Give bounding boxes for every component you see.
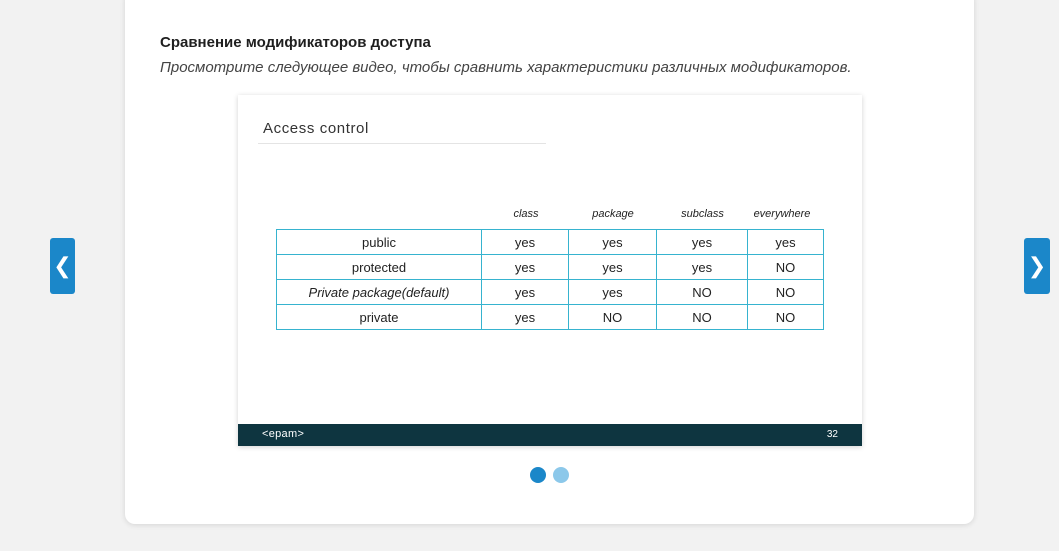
table-cell: yes: [747, 229, 824, 255]
pagination-dot-2[interactable]: [553, 467, 569, 483]
slide-footer: <epam> 32: [238, 424, 862, 446]
table-row: protected yes yes yes NO: [276, 254, 824, 280]
table-row: Private package(default) yes yes NO NO: [276, 279, 824, 305]
table-row: private yes NO NO NO: [276, 304, 824, 330]
table-cell: yes: [568, 229, 657, 255]
column-header-subclass: subclass: [681, 208, 724, 220]
slide-page-number: 32: [826, 429, 838, 440]
column-header-package: package: [592, 208, 634, 220]
slide-pagination: [530, 467, 569, 483]
table-cell: NO: [656, 279, 748, 305]
table-cell: NO: [747, 254, 824, 280]
table-row: public yes yes yes yes: [276, 229, 824, 255]
next-slide-button[interactable]: ❯: [1024, 238, 1050, 294]
epam-logo: <epam>: [262, 428, 305, 440]
table-cell: NO: [747, 304, 824, 330]
table-cell: yes: [481, 279, 569, 305]
access-control-table: public yes yes yes yes protected yes yes…: [276, 229, 824, 330]
pagination-dot-1[interactable]: [530, 467, 546, 483]
page-subtitle: Просмотрите следующее видео, чтобы сравн…: [160, 59, 852, 76]
modifier-cell: private: [276, 304, 482, 330]
modifier-cell: protected: [276, 254, 482, 280]
table-cell: NO: [656, 304, 748, 330]
slide-title: Access control: [263, 120, 369, 137]
table-cell: yes: [656, 254, 748, 280]
table-cell: yes: [568, 254, 657, 280]
chevron-left-icon: ❮: [53, 253, 72, 278]
prev-slide-button[interactable]: ❮: [50, 238, 75, 294]
table-cell: NO: [568, 304, 657, 330]
table-cell: yes: [481, 304, 569, 330]
column-header-everywhere: everywhere: [753, 208, 811, 220]
table-cell: NO: [747, 279, 824, 305]
table-cell: yes: [481, 254, 569, 280]
video-slide[interactable]: Access control class package subclass ev…: [238, 95, 862, 446]
modifier-cell: public: [276, 229, 482, 255]
page-title: Сравнение модификаторов доступа: [160, 34, 431, 51]
table-cell: yes: [568, 279, 657, 305]
table-cell: yes: [481, 229, 569, 255]
modifier-cell: Private package(default): [276, 279, 482, 305]
chevron-right-icon: ❯: [1027, 253, 1047, 278]
column-header-class: class: [513, 208, 539, 220]
table-cell: yes: [656, 229, 748, 255]
slide-title-divider: [258, 143, 546, 144]
